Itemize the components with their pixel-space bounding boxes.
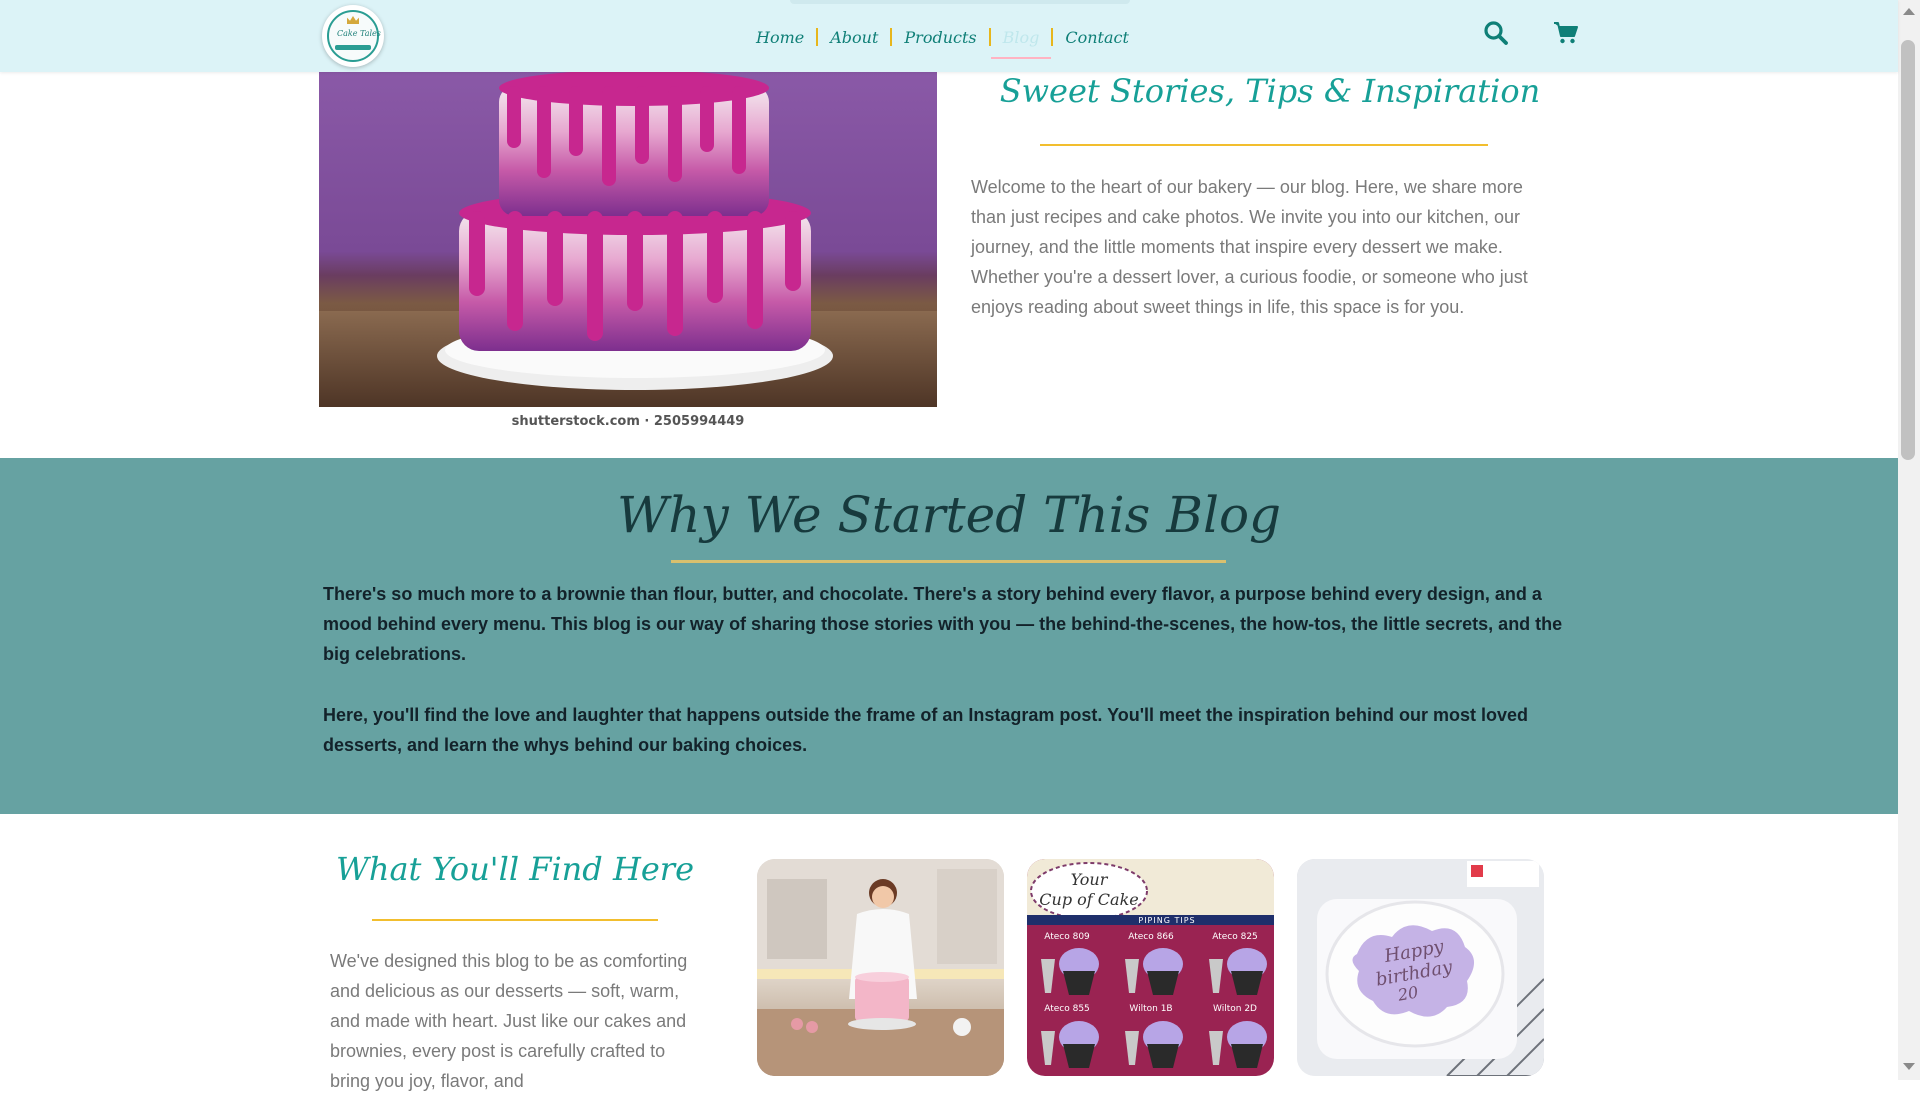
cart-icon[interactable]: [1553, 20, 1579, 46]
find-title-underline: [372, 919, 658, 921]
nav-products[interactable]: Products: [892, 28, 988, 47]
why-paragraph-2: Here, you'll find the love and laughter …: [323, 705, 1529, 755]
nav-about[interactable]: About: [818, 28, 890, 47]
tip-label: Wilton 1B: [1129, 1004, 1172, 1014]
nav-blog[interactable]: Blog: [990, 28, 1052, 59]
blog-thumb-birthday-cake[interactable]: Happy birthday 20: [1297, 859, 1544, 1076]
piping-tips-illustration: Your Cup of Cake PIPING TIPS Ateco 809 A…: [1027, 859, 1274, 1068]
piping-brand-line1: Your: [1071, 870, 1109, 889]
tip-label: Ateco 825: [1212, 932, 1258, 942]
cake-text-line3: 20: [1395, 982, 1419, 1004]
hero-title-underline: [1040, 144, 1488, 146]
piping-banner: PIPING TIPS: [1138, 916, 1195, 925]
baker-illustration: [757, 859, 1004, 1076]
image-watermark-caption: shutterstock.com · 2505994449: [319, 407, 937, 433]
blog-thumb-baker[interactable]: [757, 859, 1004, 1076]
drip-cake-illustration: [319, 70, 937, 407]
logo-text: Cake Tales: [337, 29, 381, 38]
site-logo[interactable]: Cake Tales: [322, 5, 384, 67]
hero-cake-image: [319, 61, 937, 407]
tip-label: Ateco 855: [1044, 1004, 1090, 1014]
find-section-text: We've designed this blog to be as comfor…: [330, 951, 688, 1091]
tip-label: Ateco 866: [1128, 932, 1174, 942]
find-section-title: What You'll Find Here: [335, 850, 695, 888]
hero-intro-text: Welcome to the heart of our bakery — our…: [971, 177, 1528, 317]
why-section-title: Why We Started This Blog: [616, 486, 1282, 544]
logo-badge: Cake Tales: [327, 10, 381, 62]
why-title-underline: [671, 560, 1226, 563]
birthday-cake-illustration: Happy birthday 20: [1297, 859, 1544, 1076]
hero-title: Sweet Stories, Tips & Inspiration: [999, 72, 1541, 110]
main-nav: Home About Products Blog Contact: [744, 22, 1141, 59]
blog-thumb-piping-tips[interactable]: Your Cup of Cake PIPING TIPS Ateco 809 A…: [1027, 859, 1274, 1076]
logo-crown-icon: [347, 16, 359, 24]
nav-decoration: [790, 0, 1130, 4]
scrollbar-thumb[interactable]: [1901, 40, 1915, 460]
nav-contact[interactable]: Contact: [1053, 28, 1141, 47]
piping-brand-line2: Cup of Cake: [1039, 890, 1138, 909]
nav-home[interactable]: Home: [744, 28, 816, 47]
why-paragraph-1: There's so much more to a brownie than f…: [323, 584, 1563, 664]
scroll-down-arrow-icon[interactable]: [1903, 1063, 1915, 1070]
scroll-up-arrow-icon[interactable]: [1903, 8, 1915, 15]
tip-label: Wilton 2D: [1213, 1004, 1257, 1014]
search-icon[interactable]: [1483, 20, 1509, 46]
tip-label: Ateco 809: [1044, 932, 1090, 942]
site-header: Cake Tales Home About Products Blog Cont…: [0, 0, 1898, 72]
logo-ribbon: [335, 45, 371, 50]
